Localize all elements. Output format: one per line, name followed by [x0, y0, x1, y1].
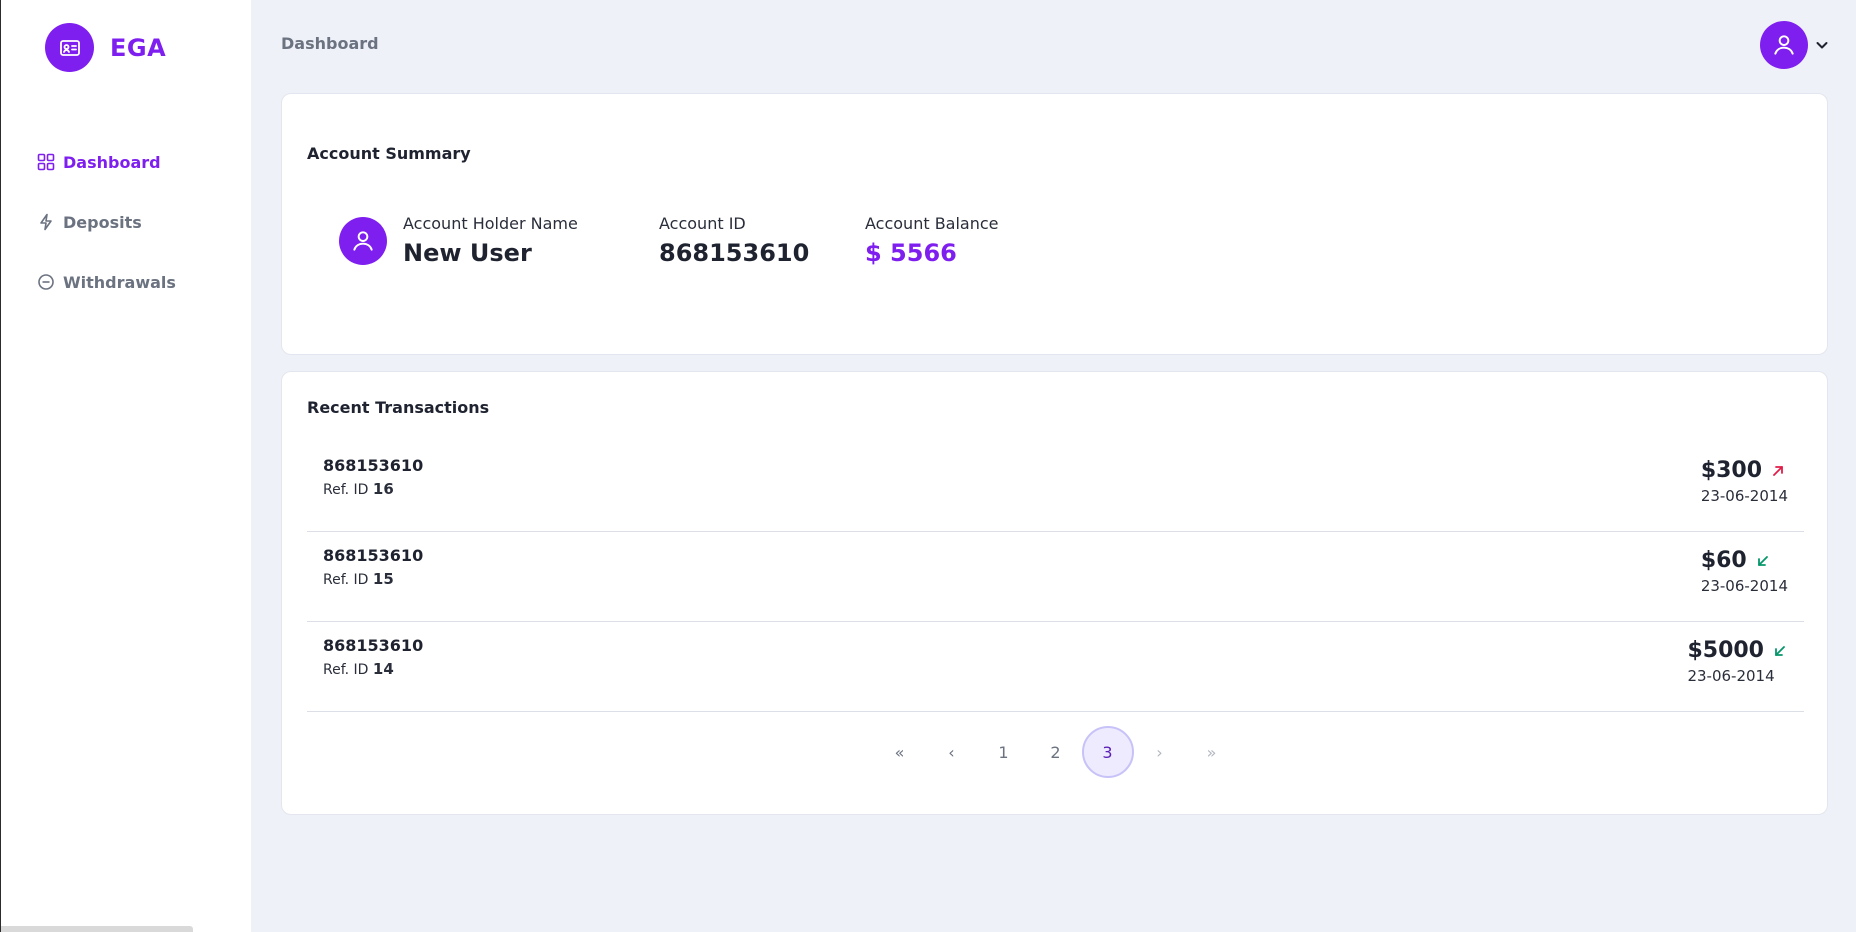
page-button-3[interactable]: 3	[1081, 726, 1134, 778]
transaction-account: 868153610	[323, 546, 424, 565]
sidebar: EGA Dashboard Deposits Withdrawals	[0, 0, 251, 932]
holder-name-value: New User	[403, 239, 532, 267]
transaction-ref: Ref. ID 15	[323, 570, 394, 588]
sidebar-item-label: Deposits	[63, 212, 142, 232]
transaction-ref: Ref. ID 14	[323, 660, 394, 678]
user-icon	[339, 217, 387, 265]
last-page-button[interactable]: »	[1186, 726, 1238, 778]
transaction-amount: $60	[1700, 548, 1747, 573]
transaction-account: 868153610	[323, 456, 424, 475]
sidebar-item-label: Dashboard	[63, 152, 161, 172]
account-summary-title: Account Summary	[307, 144, 471, 163]
transaction-date: 23-06-2014	[1700, 577, 1788, 595]
sidebar-item-label: Withdrawals	[63, 272, 176, 292]
minus-circle-icon	[37, 273, 55, 291]
next-page-button[interactable]: ›	[1134, 726, 1186, 778]
table-row[interactable]: 868153610 Ref. ID 15 $60 23-06-2014	[307, 532, 1804, 622]
arrow-down-left-icon	[1757, 555, 1768, 566]
ref-label: Ref. ID	[323, 572, 369, 588]
previous-page-button[interactable]: ‹	[926, 726, 978, 778]
first-page-button[interactable]: «	[874, 726, 926, 778]
sidebar-item-dashboard[interactable]: Dashboard	[37, 148, 176, 176]
account-balance-value: $ 5566	[865, 239, 957, 267]
table-row[interactable]: 868153610 Ref. ID 14 $5000 23-06-2014	[307, 622, 1804, 712]
status-bar	[1, 926, 193, 932]
transaction-ref: Ref. ID 16	[323, 480, 394, 498]
page-button-2[interactable]: 2	[1030, 726, 1082, 778]
chevron-down-icon	[1816, 42, 1828, 49]
page-button-1[interactable]: 1	[978, 726, 1030, 778]
main-content: Dashboard Account Summary Account Holder…	[251, 0, 1856, 932]
ref-label: Ref. ID	[323, 482, 369, 498]
recent-transactions-title: Recent Transactions	[307, 398, 490, 417]
transaction-amount: $300	[1700, 458, 1763, 483]
transaction-amount: $5000	[1687, 638, 1764, 663]
arrow-up-right-icon	[1773, 465, 1783, 476]
sidebar-nav: Dashboard Deposits Withdrawals	[37, 148, 176, 328]
account-summary-card: Account Summary Account Holder Name New …	[281, 93, 1828, 355]
account-holder: Account Holder Name New User	[339, 214, 578, 267]
account-id-value: 868153610	[659, 239, 810, 267]
transaction-list: 868153610 Ref. ID 16 $300 23-06-2014 868…	[307, 442, 1804, 712]
brand-logo[interactable]: EGA	[45, 23, 166, 72]
account-id: Account ID 868153610	[659, 214, 809, 267]
grid-icon	[37, 153, 55, 171]
pagination: « ‹ 1 2 3 › »	[282, 726, 1829, 778]
brand-name: EGA	[110, 33, 167, 62]
transaction-date: 23-06-2014	[1687, 667, 1775, 685]
sidebar-item-deposits[interactable]: Deposits	[37, 208, 176, 236]
holder-name-label: Account Holder Name	[403, 214, 578, 233]
account-balance-label: Account Balance	[865, 214, 999, 233]
ref-value: 14	[372, 660, 394, 678]
sidebar-item-withdrawals[interactable]: Withdrawals	[37, 268, 176, 296]
arrow-down-left-icon	[1775, 645, 1785, 656]
transaction-account: 868153610	[323, 636, 424, 655]
recent-transactions-card: Recent Transactions 868153610 Ref. ID 16…	[281, 371, 1828, 815]
lightning-icon	[37, 213, 55, 231]
account-balance: Account Balance $ 5566	[865, 214, 999, 267]
ref-value: 16	[372, 480, 394, 498]
table-row[interactable]: 868153610 Ref. ID 16 $300 23-06-2014	[307, 442, 1804, 532]
page-title: Dashboard	[281, 34, 379, 53]
ref-value: 15	[372, 570, 394, 588]
transaction-date: 23-06-2014	[1700, 487, 1788, 505]
ref-label: Ref. ID	[323, 662, 369, 678]
user-menu-button[interactable]	[1760, 21, 1830, 69]
id-card-icon	[45, 23, 94, 72]
account-id-label: Account ID	[659, 214, 746, 233]
user-icon	[1760, 21, 1808, 69]
